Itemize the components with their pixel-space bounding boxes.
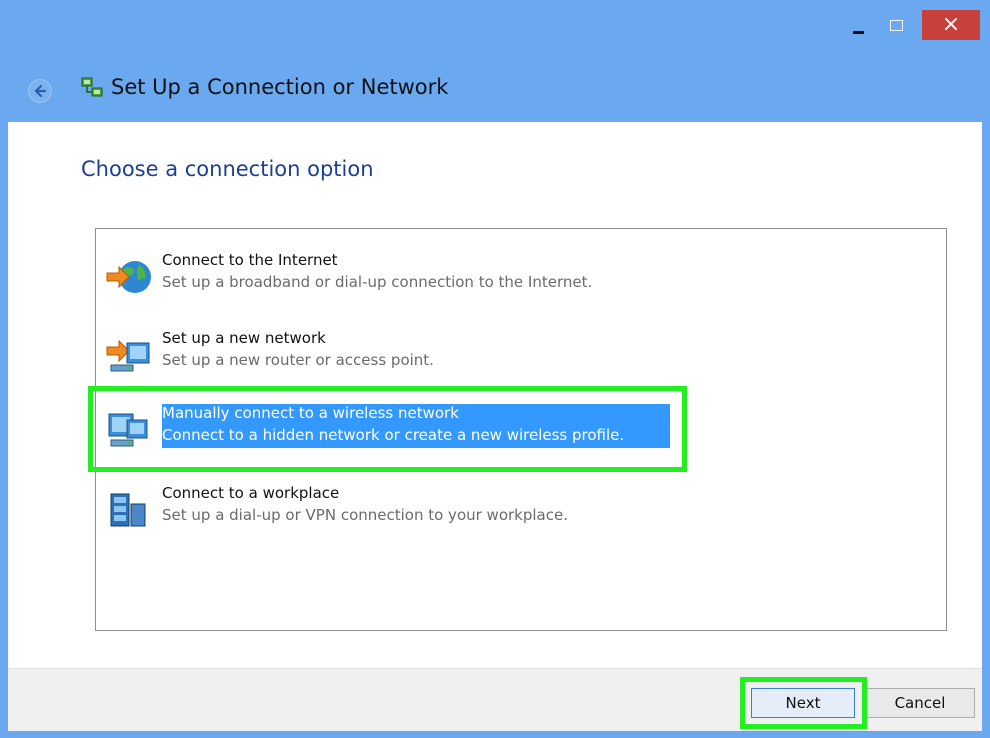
- router-icon: [106, 339, 150, 372]
- maximize-icon: [889, 19, 903, 31]
- option-workplace[interactable]: Connect to a workplace Set up a dial-up …: [100, 484, 940, 540]
- window-title: Set Up a Connection or Network: [111, 75, 449, 99]
- workplace-icon: [110, 493, 146, 527]
- highlight-box-option: [88, 386, 687, 472]
- setup-connection-window: × Set Up a Connection or Network Choose …: [0, 0, 990, 738]
- option-description: Set up a broadband or dial-up connection…: [162, 273, 593, 291]
- option-title: Set up a new network: [162, 329, 326, 347]
- option-connect-internet[interactable]: Connect to the Internet Set up a broadba…: [100, 251, 940, 307]
- option-title: Connect to a workplace: [162, 484, 340, 502]
- close-button[interactable]: ×: [922, 10, 980, 40]
- close-icon: ×: [941, 12, 961, 37]
- cancel-button[interactable]: Cancel: [865, 688, 975, 718]
- page-heading: Choose a connection option: [81, 157, 374, 181]
- minimize-button[interactable]: [840, 10, 876, 40]
- option-new-network[interactable]: Set up a new network Set up a new router…: [100, 329, 940, 385]
- back-arrow-icon: [34, 84, 47, 98]
- highlight-box-next: [740, 677, 867, 729]
- option-description: Set up a new router or access point.: [162, 351, 434, 369]
- maximize-button[interactable]: [878, 10, 914, 40]
- globe-connect-icon: [106, 261, 151, 293]
- network-setup-icon: [81, 77, 103, 97]
- option-description: Set up a dial-up or VPN connection to yo…: [162, 506, 568, 524]
- minimize-icon: [852, 30, 864, 34]
- option-title: Connect to the Internet: [162, 251, 338, 269]
- back-button[interactable]: [28, 79, 52, 103]
- title-bar: ×: [0, 0, 990, 50]
